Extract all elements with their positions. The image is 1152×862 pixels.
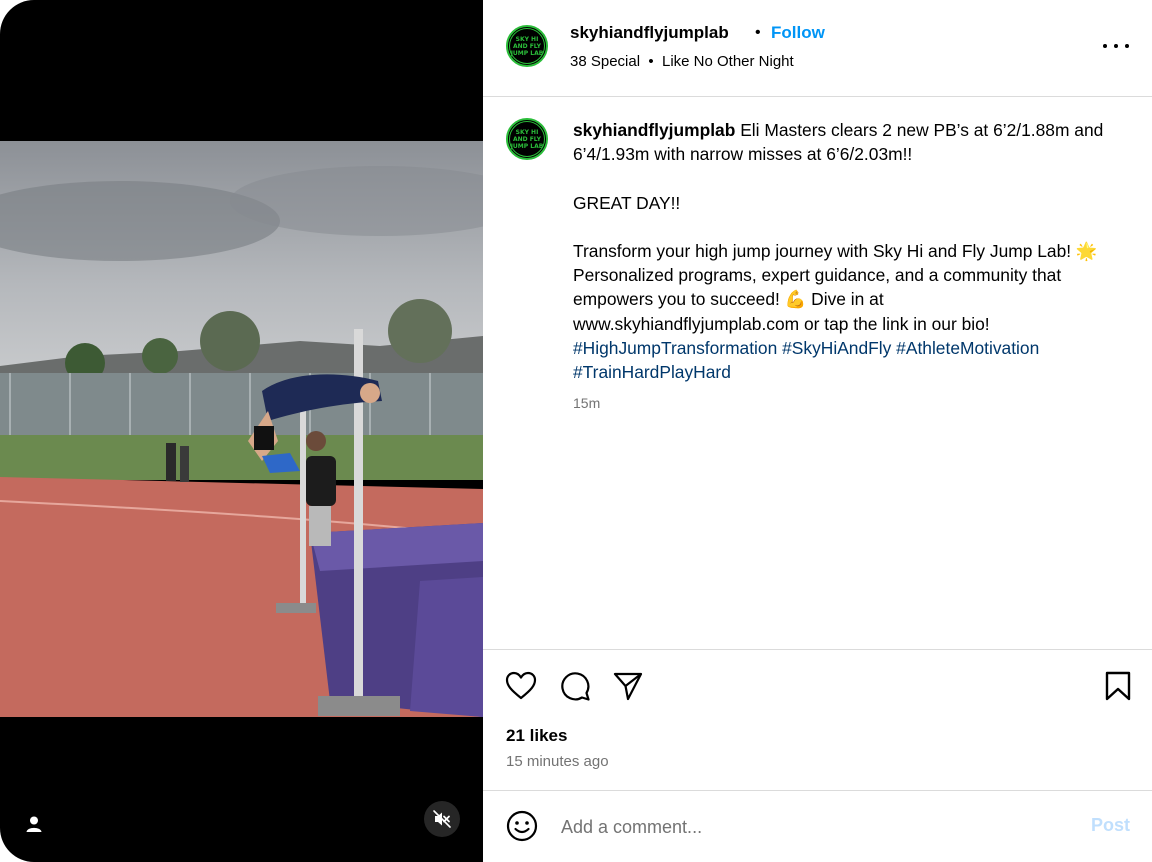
paper-plane-icon xyxy=(613,672,643,701)
save-button[interactable] xyxy=(1101,669,1135,703)
avatar-logo-text-bottom: JUMP LAB xyxy=(510,49,544,57)
more-options-button[interactable] xyxy=(1103,36,1129,56)
post-actions: 21 likes 15 minutes ago xyxy=(483,649,1152,790)
more-horizontal-icon xyxy=(1103,44,1107,48)
header-separator: • xyxy=(755,24,761,41)
avatar-logo: SKY HI AND FLY JUMP LAB xyxy=(509,121,545,157)
hashtag-link[interactable]: #SkyHiAndFly xyxy=(782,338,891,358)
audio-track-link[interactable]: 38 Special • Like No Other Night xyxy=(570,53,794,70)
post-media xyxy=(0,0,483,862)
post-caption: skyhiandflyjumplab Eli Masters clears 2 … xyxy=(573,118,1113,384)
likes-count[interactable]: 21 likes xyxy=(506,726,567,746)
avatar-logo-text-top: SKY HI AND FLY xyxy=(512,35,542,50)
person-icon xyxy=(26,816,42,832)
smiley-icon xyxy=(506,810,538,842)
follow-button[interactable]: Follow xyxy=(771,23,825,43)
caption-timestamp: 15m xyxy=(573,395,601,411)
mute-toggle-button[interactable] xyxy=(424,801,460,837)
avatar-logo: SKY HI AND FLY JUMP LAB xyxy=(509,28,545,64)
more-dot xyxy=(1114,44,1118,48)
hashtag-link[interactable]: #HighJumpTransformation xyxy=(573,338,777,358)
comment-composer: Post xyxy=(483,790,1152,862)
comment-input[interactable] xyxy=(559,811,1033,843)
caption-username[interactable]: skyhiandflyjumplab xyxy=(573,120,735,140)
avatar-logo-text-top: SKY HI AND FLY xyxy=(512,128,542,143)
hashtag-link[interactable]: #TrainHardPlayHard xyxy=(573,362,731,382)
video-frame-illustration xyxy=(0,141,483,717)
like-button[interactable] xyxy=(504,669,538,703)
heart-icon xyxy=(505,671,537,700)
bookmark-icon xyxy=(1105,671,1131,701)
more-dot xyxy=(1125,44,1129,48)
post-modal: SKY HI AND FLY JUMP LAB skyhiandflyjumpl… xyxy=(0,0,1152,862)
share-button[interactable] xyxy=(611,669,645,703)
comment-icon xyxy=(561,672,590,701)
caption-author-avatar[interactable]: SKY HI AND FLY JUMP LAB xyxy=(506,118,548,160)
avatar-logo-text-bottom: JUMP LAB xyxy=(510,142,544,150)
caption-text: Eli Masters clears 2 new PB’s at 6’2/1.8… xyxy=(573,120,1104,334)
tagged-users-button[interactable] xyxy=(20,810,48,838)
emoji-picker-button[interactable] xyxy=(505,809,539,843)
post-details-panel: SKY HI AND FLY JUMP LAB skyhiandflyjumpl… xyxy=(483,0,1152,862)
post-comment-button[interactable]: Post xyxy=(1091,815,1130,836)
speaker-muted-icon xyxy=(433,810,451,828)
post-header: SKY HI AND FLY JUMP LAB skyhiandflyjumpl… xyxy=(483,0,1152,97)
post-timestamp: 15 minutes ago xyxy=(506,753,609,770)
video-player[interactable] xyxy=(0,141,483,717)
author-username[interactable]: skyhiandflyjumplab xyxy=(570,23,729,43)
hashtag-link[interactable]: #AthleteMotivation xyxy=(896,338,1039,358)
comment-button[interactable] xyxy=(558,669,592,703)
author-avatar[interactable]: SKY HI AND FLY JUMP LAB xyxy=(506,25,548,67)
